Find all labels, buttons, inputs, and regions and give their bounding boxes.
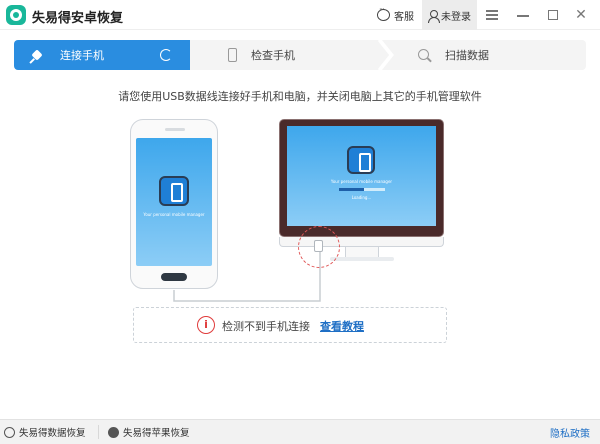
loading-progress: [339, 188, 385, 191]
customer-service-button[interactable]: 客服: [377, 0, 414, 30]
footer-bar: 失易得数据恢复 失易得苹果恢复 隐私政策: [0, 419, 600, 444]
loading-progress-fill: [339, 188, 365, 191]
magnifier-icon: [418, 48, 431, 62]
app-tile-icon: [347, 146, 375, 174]
connection-instruction: 请您使用USB数据线连接好手机和电脑，并关闭电脑上其它的手机管理软件: [118, 90, 482, 103]
apple-recovery-icon: [108, 426, 119, 438]
phone-speaker: [165, 128, 185, 131]
privacy-policy-link[interactable]: 隐私政策: [550, 425, 590, 440]
recovery-icon: [4, 426, 15, 438]
step-connect-phone: 连接手机: [14, 40, 190, 70]
step-check-phone: 检查手机: [190, 40, 390, 70]
title-bar: 失易得安卓恢复 客服 未登录 ✕: [0, 0, 600, 30]
step-scan-data: 扫描数据: [390, 40, 586, 70]
step-check-label: 检查手机: [251, 49, 295, 62]
phone-screen: Your personal mobile manager: [136, 138, 212, 266]
maximize-icon[interactable]: [545, 7, 561, 23]
minimize-icon[interactable]: [515, 7, 531, 23]
step-connect-label: 连接手机: [60, 49, 104, 62]
monitor-illustration: Your personal mobile manager Loading...: [279, 119, 444, 237]
user-icon: [428, 9, 440, 23]
footer-divider: [98, 425, 99, 439]
app-title: 失易得安卓恢复: [32, 11, 124, 26]
step-scan-label: 扫描数据: [445, 49, 489, 62]
monitor-tagline: Your personal mobile manager: [330, 179, 393, 184]
app-tile-icon: [159, 176, 189, 206]
customer-service-label: 客服: [394, 11, 414, 23]
apple-recovery-link[interactable]: 失易得苹果恢复: [108, 420, 190, 444]
login-button[interactable]: 未登录: [422, 0, 477, 30]
chat-icon: [377, 5, 390, 21]
phone-illustration: Your personal mobile manager: [130, 119, 218, 289]
phone-icon: [228, 48, 237, 62]
connection-status-text: 检测不到手机连接: [222, 320, 310, 333]
monitor-screen: Your personal mobile manager Loading...: [287, 126, 436, 226]
phone-home-button: [161, 273, 187, 281]
step-progress-bar: 连接手机 检查手机 扫描数据: [14, 40, 586, 70]
login-label: 未登录: [441, 11, 471, 23]
loading-text: Loading...: [351, 195, 372, 200]
phone-tagline: Your personal mobile manager: [143, 212, 205, 217]
loading-spinner-icon: [160, 49, 172, 61]
data-recovery-label: 失易得数据恢复: [19, 428, 86, 439]
warning-icon: i: [197, 316, 215, 334]
usb-plug-icon: [314, 240, 323, 252]
view-tutorial-link[interactable]: 查看教程: [320, 318, 364, 334]
app-logo-icon: [6, 5, 26, 25]
data-recovery-link[interactable]: 失易得数据恢复: [4, 420, 86, 444]
step-separator-fill: [380, 40, 394, 70]
monitor-foot: [330, 257, 394, 261]
plug-icon: [30, 48, 44, 62]
close-icon[interactable]: ✕: [573, 7, 589, 23]
apple-recovery-label: 失易得苹果恢复: [123, 428, 190, 439]
menu-icon[interactable]: [484, 7, 500, 23]
